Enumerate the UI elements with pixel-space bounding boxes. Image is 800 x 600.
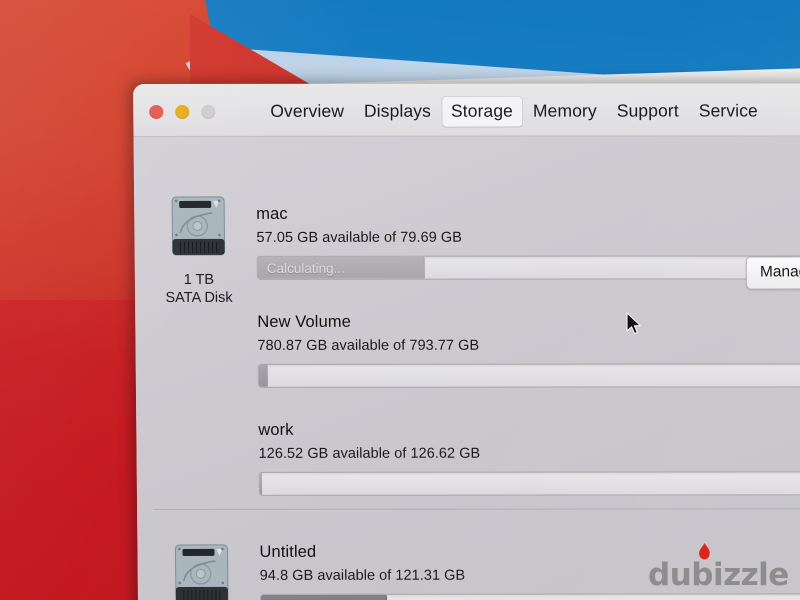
- tab-displays[interactable]: Displays: [355, 97, 440, 127]
- volume-usage-fill: [259, 472, 263, 495]
- disk-section: 121 GB Untitled 94.8 GB available of 121…: [134, 136, 800, 600]
- volume-availability: 57.05 GB available of 79.69 GB: [256, 229, 463, 246]
- storage-pane: 1 TB SATA Disk mac 57.05 GB available of…: [133, 136, 800, 600]
- disk-2-icon-column: 121 GB: [151, 541, 252, 600]
- minimize-button-icon[interactable]: [175, 104, 190, 119]
- tab-memory[interactable]: Memory: [524, 97, 606, 127]
- watermark: dubizzle: [648, 543, 789, 593]
- volume-usage-bar: Used Space: [259, 593, 800, 600]
- disk-1-capacity-label: 1 TB: [183, 271, 215, 288]
- disk-1-icon-column: 1 TB SATA Disk: [148, 193, 249, 307]
- volume-name: mac: [256, 204, 288, 223]
- volume-usage-fill: [258, 364, 269, 387]
- disk-2-volume-list: Untitled 94.8 GB available of 121.31 GB …: [256, 136, 800, 600]
- zoom-button-icon[interactable]: [201, 104, 216, 119]
- tab-bar: Overview Displays Storage Memory Support…: [261, 96, 767, 127]
- tab-support[interactable]: Support: [608, 97, 688, 127]
- volume-usage-fill: Calculating...: [257, 256, 425, 279]
- watermark-text: dubizzle: [648, 557, 789, 593]
- volume-availability: 126.52 GB available of 126.62 GB: [258, 445, 481, 462]
- tab-service[interactable]: Service: [690, 96, 767, 126]
- flame-icon: [699, 543, 710, 560]
- tab-overview[interactable]: Overview: [261, 97, 353, 127]
- hard-disk-icon: [171, 196, 226, 256]
- about-this-mac-window: Overview Displays Storage Memory Support…: [133, 83, 800, 600]
- volume-row: New Volume 780.87 GB available of 793.77…: [257, 312, 800, 388]
- volume-row: mac 57.05 GB available of 79.69 GB Calcu…: [256, 204, 800, 290]
- tab-storage[interactable]: Storage: [441, 96, 523, 127]
- disk-section: 1 TB SATA Disk mac 57.05 GB available of…: [134, 136, 800, 496]
- volume-name: New Volume: [257, 312, 352, 331]
- volume-availability: 780.87 GB available of 793.77 GB: [257, 337, 480, 354]
- volume-usage-fill: Used Space: [260, 594, 387, 600]
- close-button-icon[interactable]: [149, 104, 164, 119]
- hard-disk-icon: [174, 544, 229, 600]
- volume-usage-bar: [258, 471, 800, 496]
- volume-name: work: [258, 420, 294, 439]
- manage-button[interactable]: Manage...: [745, 256, 800, 290]
- disk-1-volume-list: mac 57.05 GB available of 79.69 GB Calcu…: [256, 136, 800, 496]
- volume-row: work 126.52 GB available of 126.62 GB: [258, 420, 800, 496]
- section-divider: [153, 508, 800, 510]
- mouse-cursor: [626, 312, 641, 335]
- disk-1-type-label: SATA Disk: [165, 289, 233, 306]
- volume-usage-fill-label: Calculating...: [266, 260, 345, 276]
- volume-usage-bar: Calculating...: [256, 255, 800, 280]
- volume-usage-bar: [257, 363, 800, 388]
- window-titlebar: Overview Displays Storage Memory Support…: [133, 83, 800, 137]
- traffic-light-controls: [149, 104, 216, 119]
